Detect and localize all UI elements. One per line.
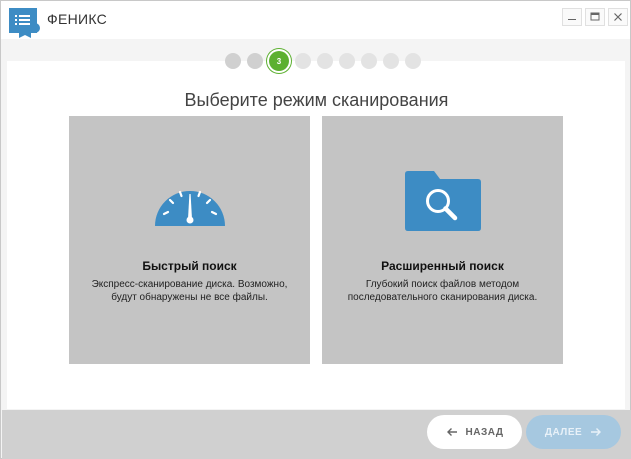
title-bar: ФЕНИКС: [1, 1, 630, 39]
step-8: [383, 53, 399, 69]
back-button-label: НАЗАД: [465, 426, 504, 438]
step-indicator: 3: [225, 51, 421, 71]
step-3-current: 3: [269, 51, 289, 71]
arrow-right-icon: [591, 428, 602, 436]
speedometer-icon: [155, 190, 225, 226]
close-button[interactable]: [608, 8, 628, 26]
back-button[interactable]: НАЗАД: [427, 415, 522, 449]
deep-scan-description: Глубокий поиск файлов методом последоват…: [347, 279, 538, 303]
step-4: [295, 53, 311, 69]
deep-scan-option[interactable]: Расширенный поиск Глубокий поиск файлов …: [322, 116, 563, 364]
maximize-icon: [590, 12, 600, 21]
app-window: ФЕНИКС 3 Выберите режим сканирования Быс…: [0, 0, 631, 459]
arrow-left-icon: [446, 428, 457, 436]
deep-scan-title: Расширенный поиск: [381, 259, 504, 273]
folder-search-icon: [405, 171, 481, 231]
close-icon: [614, 13, 622, 21]
next-button[interactable]: ДАЛЕЕ: [526, 415, 621, 449]
page-heading: Выберите режим сканирования: [184, 90, 449, 110]
quick-scan-option[interactable]: Быстрый поиск Экспресс-сканирование диск…: [69, 116, 310, 364]
step-7: [361, 53, 377, 69]
quick-scan-description: Экспресс-сканирование диска. Возможно, б…: [91, 279, 288, 303]
next-button-label: ДАЛЕЕ: [544, 426, 583, 438]
step-1: [225, 53, 241, 69]
list-gear-icon: [9, 8, 40, 38]
step-5: [317, 53, 333, 69]
quick-scan-title: Быстрый поиск: [142, 259, 237, 273]
step-6: [339, 53, 355, 69]
step-2: [247, 53, 263, 69]
app-title: ФЕНИКС: [47, 11, 108, 27]
minimize-button[interactable]: [562, 8, 582, 26]
maximize-button[interactable]: [585, 8, 605, 26]
step-9: [405, 53, 421, 69]
minimize-icon: [568, 19, 576, 20]
